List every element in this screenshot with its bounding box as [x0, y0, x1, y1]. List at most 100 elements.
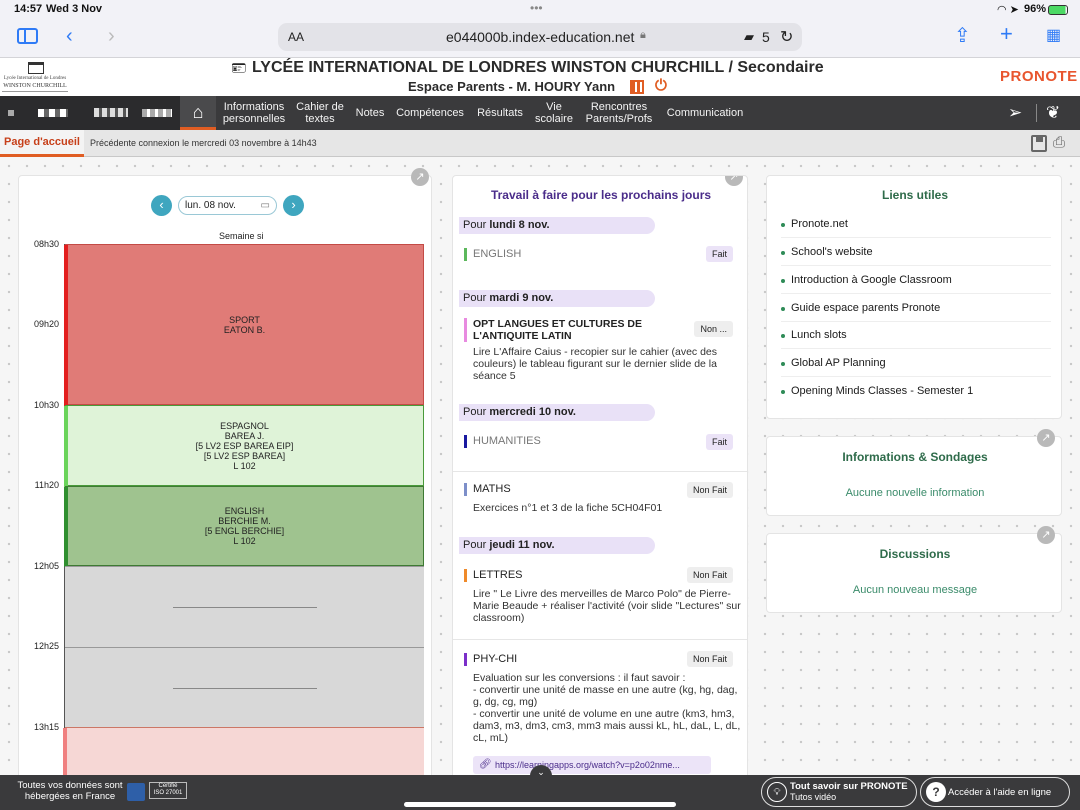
- multitask-dots[interactable]: •••: [530, 1, 543, 15]
- divider: [453, 471, 747, 472]
- sidebar-icon[interactable]: [17, 28, 38, 44]
- new-tab-icon[interactable]: +: [1000, 23, 1013, 45]
- school-logo[interactable]: Lycée International de Londres WINSTON C…: [2, 62, 68, 92]
- url-text[interactable]: e044000b.index-education.net: [446, 29, 634, 45]
- date-picker[interactable]: lun. 08 nov. ▭: [178, 196, 277, 215]
- nav-competences[interactable]: Compétences: [394, 96, 466, 130]
- nav-cahier-de-textes[interactable]: Cahier de textes: [294, 96, 346, 130]
- last-login-text: Précédente connexion le mercredi 03 nove…: [90, 138, 317, 148]
- subject-name[interactable]: LETTRES: [473, 569, 523, 581]
- lesson-espagnol[interactable]: ESPAGNOL BAREA J. [5 LV2 ESP BAREA EIP] …: [64, 405, 424, 487]
- pronote-tutorials-button[interactable]: 💡︎ Tout savoir sur PRONOTE Tutos vidéo: [761, 777, 917, 807]
- homework-link[interactable]: 🔗︎ https://learningapps.org/watch?v=p2o0…: [473, 756, 711, 774]
- links-title: Liens utiles: [881, 188, 949, 202]
- useful-links-panel: Liens utiles Pronote.net School's websit…: [766, 175, 1062, 419]
- page-tabs-bar: Page d'accueil Précédente connexion le m…: [0, 130, 1080, 157]
- link-ap-planning[interactable]: Global AP Planning: [781, 350, 1051, 377]
- expand-icon[interactable]: ↗: [1037, 429, 1055, 447]
- wifi-icon: ◠ ➤: [997, 4, 1019, 16]
- calendar-icon: ▭: [260, 200, 270, 211]
- address-bar[interactable]: AA e044000b.index-education.net 🔒︎ ▰ 5 ↻: [278, 23, 802, 51]
- subject-color-bar: [464, 653, 467, 666]
- expand-icon[interactable]: ↗: [725, 176, 743, 186]
- lesson-sport[interactable]: SPORT EATON B.: [64, 244, 424, 406]
- text-size-button[interactable]: AA: [288, 30, 304, 44]
- nav-rencontres-parents-profs[interactable]: Rencontres Parents/Profs: [580, 96, 658, 130]
- info-title: Informations & Sondages: [842, 450, 988, 464]
- page-title: LYCÉE INTERNATIONAL DE LONDRES WINSTON C…: [252, 59, 824, 76]
- lesson-afternoon[interactable]: [63, 727, 424, 775]
- pronote-logo: PRONOTE: [1000, 68, 1078, 85]
- previous-day-button[interactable]: ‹: [151, 195, 172, 216]
- timetable-panel: ↗ ‹ lun. 08 nov. ▭ › Semaine si 08h30 09…: [18, 168, 432, 775]
- lightbulb-icon: 💡︎: [767, 782, 787, 802]
- link-school-website[interactable]: School's website: [781, 239, 1051, 266]
- home-icon[interactable]: ⌂: [180, 96, 216, 130]
- date-value: lun. 08 nov.: [185, 200, 236, 211]
- homework-panel: ↗ Travail à faire pour les prochains jou…: [452, 175, 748, 775]
- day-header: Pour mardi 9 nov.: [459, 290, 655, 307]
- status-badge[interactable]: Non Fait: [686, 651, 733, 667]
- tabs-overview-icon[interactable]: ▦: [1046, 26, 1061, 46]
- online-help-button[interactable]: ? Accéder à l'aide en ligne: [920, 777, 1070, 807]
- subject-color-bar: [464, 318, 467, 342]
- subject-name[interactable]: OPT LANGUES ET CULTURES DE L'ANTIQUITE L…: [473, 318, 663, 342]
- nav-communication[interactable]: Communication: [662, 96, 748, 130]
- lock-icon: 🔒︎: [640, 29, 646, 41]
- homework-title: Travail à faire pour les prochains jours: [490, 188, 712, 202]
- nav-divider: [1036, 104, 1037, 122]
- discussions-panel: ↗ Discussions Aucun nouveau message: [766, 526, 1062, 613]
- timetable-grid: SPORT EATON B. ESPAGNOL BAREA J. [5 LV2 …: [63, 244, 424, 775]
- homework-description: Exercices n°1 et 3 de la fiche 5CH04F01: [473, 502, 663, 514]
- homework-description: Lire " Le Livre des merveilles de Marco …: [473, 588, 741, 624]
- link-opening-minds[interactable]: Opening Minds Classes - Semester 1: [781, 378, 1051, 405]
- homework-description: Lire L'Affaire Caius - recopier sur le c…: [473, 346, 718, 382]
- nav-resultats[interactable]: Résultats: [472, 96, 528, 130]
- butterfly-icon[interactable]: ❦: [1046, 103, 1060, 123]
- subject-name[interactable]: MATHS: [473, 483, 511, 495]
- extension-icon[interactable]: ▰: [744, 29, 754, 45]
- lesson-english[interactable]: ENGLISH BERCHIE M. [5 ENGL BERCHIE] L 10…: [64, 486, 424, 567]
- next-day-button[interactable]: ›: [283, 195, 304, 216]
- nav-notes[interactable]: Notes: [352, 96, 388, 130]
- link-guide-parents[interactable]: Guide espace parents Pronote: [781, 295, 1051, 322]
- info-panel: ↗ Informations & Sondages Aucune nouvell…: [766, 429, 1062, 516]
- nav-informations-personnelles[interactable]: Informations personnelles: [218, 96, 290, 130]
- info-empty-text: Aucune nouvelle information: [845, 487, 985, 499]
- status-badge[interactable]: Non ...: [694, 321, 733, 337]
- expand-icon[interactable]: ↗: [411, 168, 429, 186]
- link-lunch-slots[interactable]: Lunch slots: [781, 322, 1051, 349]
- subject-color-bar: [464, 435, 467, 448]
- subject-name[interactable]: HUMANITIES: [473, 435, 541, 447]
- main-nav: ⌂ Informations personnelles Cahier de te…: [0, 96, 1080, 130]
- send-message-icon[interactable]: ➢: [1008, 103, 1022, 123]
- tab-page-accueil[interactable]: Page d'accueil: [0, 130, 84, 157]
- save-icon[interactable]: [1031, 135, 1047, 152]
- subject-name[interactable]: ENGLISH: [473, 248, 521, 260]
- link-google-classroom[interactable]: Introduction à Google Classroom: [781, 267, 1051, 294]
- france-map-icon: [127, 783, 145, 801]
- print-pdf-icon[interactable]: ⎙: [1053, 134, 1065, 151]
- status-badge[interactable]: Non Fait: [686, 567, 733, 583]
- status-badge[interactable]: Non Fait: [686, 482, 733, 498]
- nav-vie-scolaire[interactable]: Vie scolaire: [532, 96, 576, 130]
- battery-level: 96%: [1024, 3, 1047, 15]
- logout-icon[interactable]: ⏻: [655, 77, 667, 94]
- child-selector[interactable]: [0, 96, 180, 130]
- expand-icon[interactable]: ↗: [1037, 526, 1055, 544]
- week-label: Semaine si: [219, 231, 264, 241]
- qr-code-icon[interactable]: [630, 80, 644, 94]
- status-badge[interactable]: Fait: [705, 246, 733, 262]
- share-icon[interactable]: ⇪: [954, 26, 971, 46]
- battery-icon: [1048, 5, 1068, 15]
- time-label: 08h30: [33, 239, 59, 249]
- status-badge[interactable]: Fait: [705, 434, 733, 450]
- back-icon[interactable]: ‹: [66, 26, 73, 46]
- id-card-icon: 🪪︎: [231, 61, 247, 75]
- forward-icon[interactable]: ›: [108, 26, 115, 46]
- link-pronote-net[interactable]: Pronote.net: [781, 211, 1051, 238]
- subject-name[interactable]: PHY-CHI: [473, 653, 517, 665]
- help-icon: ?: [926, 782, 946, 802]
- reload-icon[interactable]: ↻: [780, 27, 793, 47]
- time-label: 10h30: [33, 400, 59, 410]
